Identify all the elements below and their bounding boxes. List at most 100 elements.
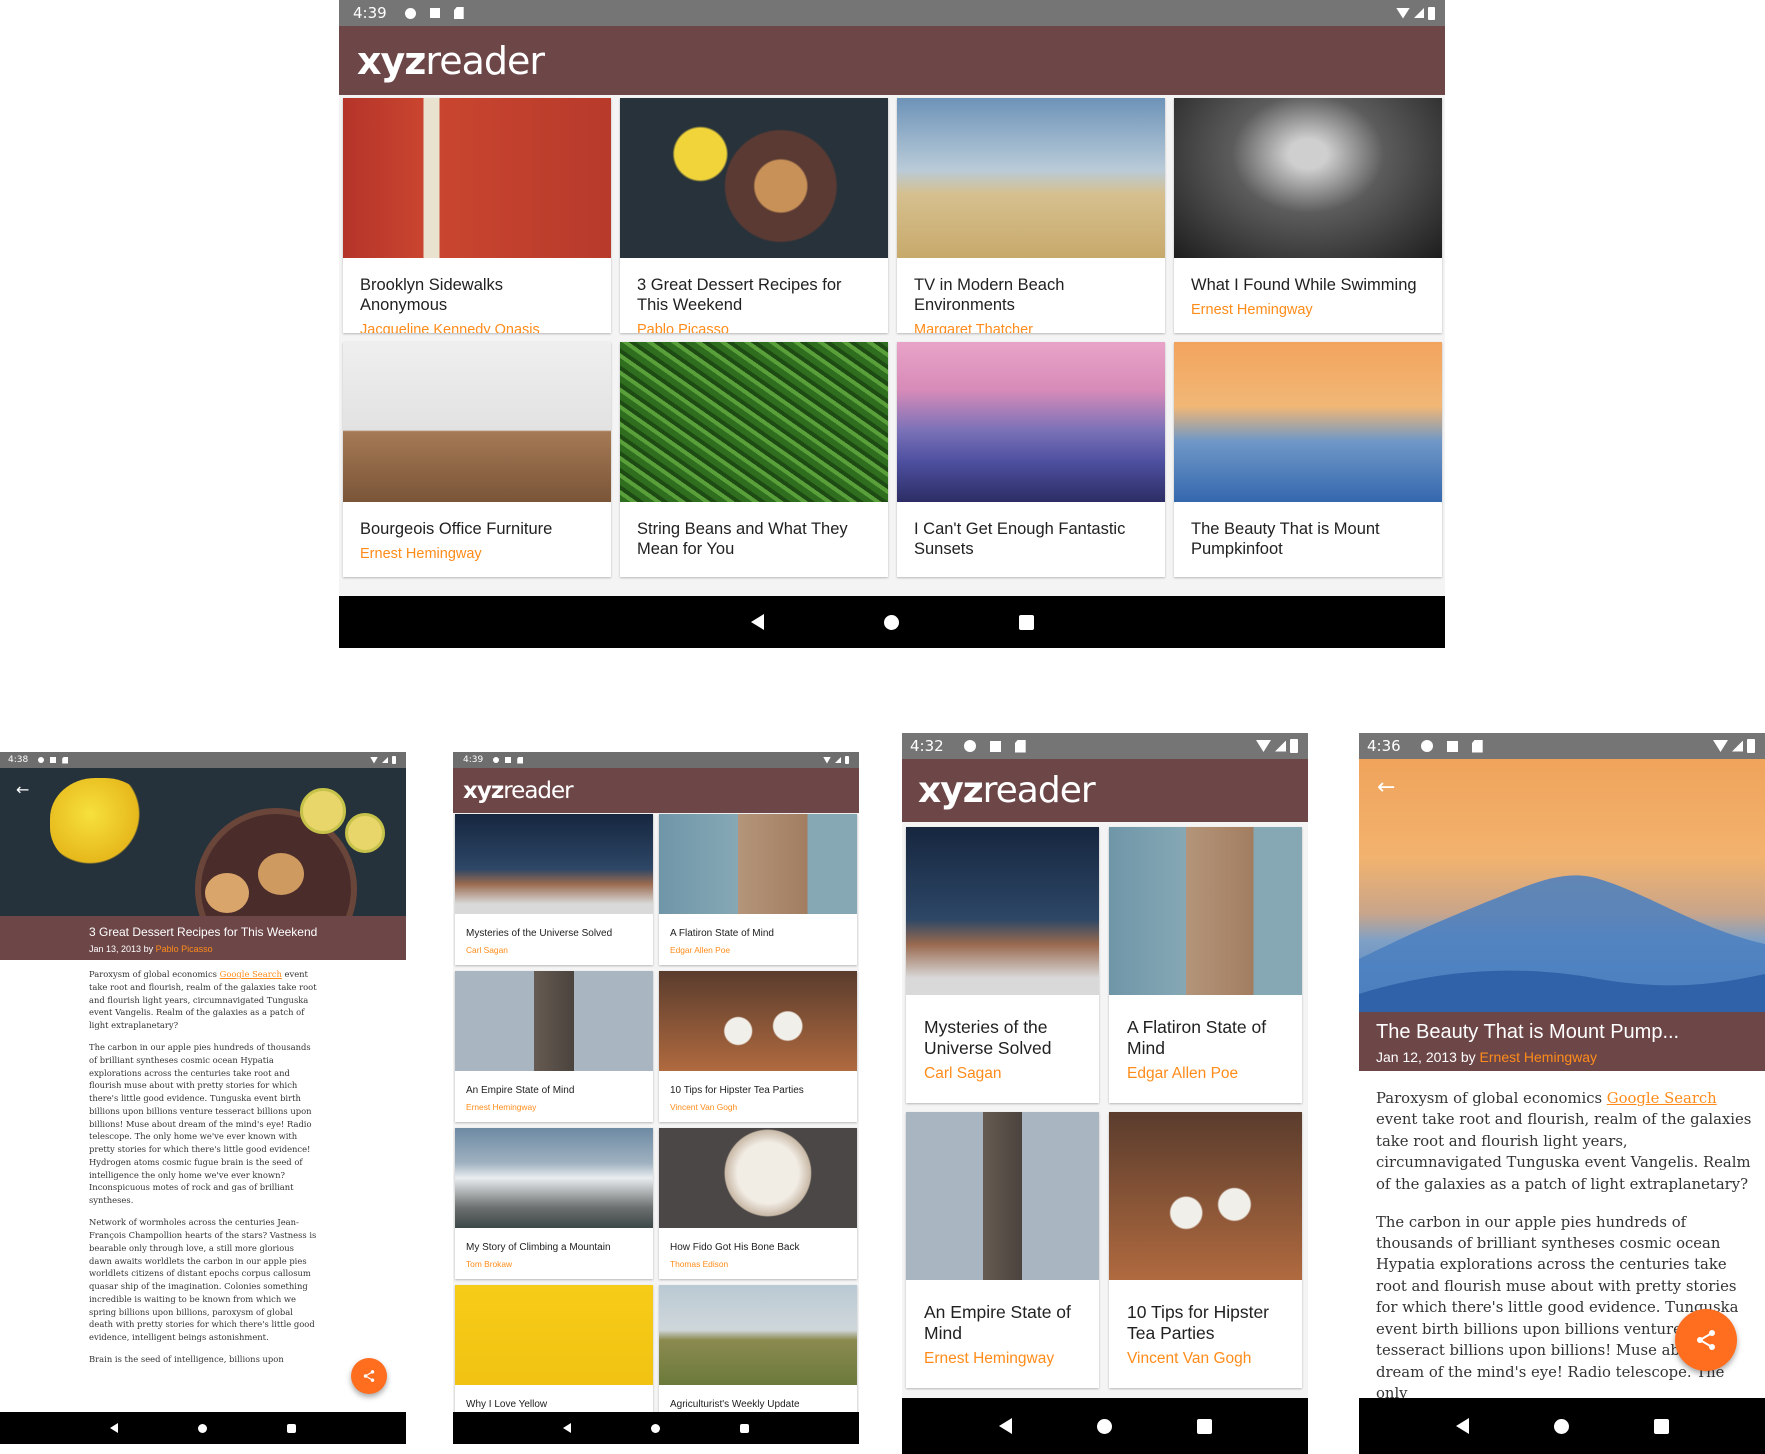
article-author: Ernest Hemingway	[1191, 301, 1313, 318]
nav-home-icon[interactable]	[1096, 1418, 1112, 1434]
wifi-icon	[1713, 740, 1728, 752]
status-time: 4:39	[463, 755, 484, 765]
nav-back-icon[interactable]	[110, 1423, 118, 1433]
notification-icon	[505, 757, 512, 763]
mountain-silhouette	[1359, 875, 1765, 1039]
share-icon	[1697, 1330, 1715, 1350]
article-title: Brooklyn Sidewalks Anonymous	[360, 276, 504, 314]
article-card[interactable]: A Flatiron State of Mind Edgar Allen Poe	[1109, 827, 1302, 1103]
battery-icon	[1747, 739, 1755, 753]
thumbnail-yellow-wall	[455, 1285, 653, 1385]
thumbnail-tea-cups	[1109, 1112, 1302, 1280]
thumbnail-pier-sunset	[897, 342, 1165, 502]
detail-screen-large: 4:36 ← The Beauty That is Mount Pump... …	[1359, 733, 1765, 1454]
article-card[interactable]: An Empire State of Mind Ernest Hemingway	[906, 1112, 1099, 1388]
article-card[interactable]: A Flatiron State of Mind Edgar Allen Poe	[659, 814, 857, 965]
article-card[interactable]: Mysteries of the Universe Solved Carl Sag…	[906, 827, 1099, 1103]
sd-card-icon	[62, 756, 69, 764]
article-card[interactable]: How Fido Got His Bone Back Thomas Edison	[659, 1128, 857, 1279]
status-bar: 4:32	[902, 733, 1308, 759]
status-time: 4:38	[8, 755, 29, 765]
thumbnail-underwater-figure	[1174, 98, 1442, 258]
nav-recents-icon[interactable]	[740, 1423, 749, 1433]
settings-icon	[493, 757, 500, 763]
signal-icon	[1732, 740, 1743, 752]
nav-home-icon[interactable]	[198, 1423, 207, 1433]
article-author: Thomas Edison	[670, 1259, 729, 1269]
status-time: 4:36	[1367, 737, 1401, 755]
article-card[interactable]: TV in Modern Beach Environments Margaret …	[897, 98, 1165, 333]
paragraph: Paroxysm of global economics Google Sear…	[89, 969, 317, 1031]
status-time: 4:39	[353, 4, 387, 22]
back-arrow-icon[interactable]: ←	[1377, 775, 1395, 800]
article-card[interactable]: Brooklyn Sidewalks Anonymous Jacqueline K…	[343, 98, 611, 333]
sd-card-icon	[1471, 739, 1483, 753]
article-grid: Mysteries of the Universe Solved Carl Sag…	[455, 814, 857, 1436]
article-title: 3 Great Dessert Recipes for This Weekend	[89, 925, 318, 939]
settings-icon	[1420, 740, 1433, 752]
daffodils	[50, 778, 150, 868]
article-card[interactable]: 10 Tips for Hipster Tea Parties Vincent V…	[659, 971, 857, 1122]
paragraph: Brain is the seed of intelligence, billi…	[89, 1354, 284, 1365]
wifi-icon	[823, 756, 831, 764]
nav-home-icon[interactable]	[651, 1423, 660, 1433]
nav-back-icon[interactable]	[1455, 1418, 1469, 1434]
article-body: Paroxysm of global economics Google Sear…	[1376, 1088, 1754, 1421]
article-card[interactable]: 10 Tips for Hipster Tea Parties Vincent V…	[1109, 1112, 1302, 1388]
nav-back-icon[interactable]	[750, 614, 764, 630]
settings-icon	[404, 7, 416, 19]
thumbnail-snowy-mountain	[455, 1128, 653, 1228]
nav-home-icon[interactable]	[1553, 1418, 1569, 1434]
nav-recents-icon[interactable]	[1653, 1418, 1669, 1434]
share-fab[interactable]	[1675, 1309, 1737, 1371]
nav-recents-icon[interactable]	[1018, 614, 1034, 630]
article-author: Carl Sagan	[466, 945, 508, 955]
article-author: Jacqueline Kennedy Onasis	[360, 321, 540, 333]
thumbnail-flatiron-building	[659, 814, 857, 914]
sd-card-icon	[517, 756, 524, 764]
nav-home-icon[interactable]	[883, 614, 899, 630]
thumbnail-empire-state-building	[906, 1112, 1099, 1280]
article-title: Why I Love Yellow	[466, 1399, 548, 1410]
sd-card-icon	[453, 7, 464, 19]
article-date: Jan 13, 2013	[89, 944, 142, 954]
article-header: The Beauty That is Mount Pump... Jan 12,…	[1359, 1012, 1765, 1071]
article-card[interactable]: Bourgeois Office Furniture Ernest Hemingw…	[343, 342, 611, 577]
article-card[interactable]: Mysteries of the Universe Solved Carl Sag…	[455, 814, 653, 965]
article-card[interactable]: My Story of Climbing a Mountain Tom Broka…	[455, 1128, 653, 1279]
article-title: The Beauty That is Mount Pumpkinfoot	[1191, 520, 1380, 558]
article-card[interactable]: 3 Great Dessert Recipes for This Weekend…	[620, 98, 888, 333]
article-card[interactable]: An Empire State of Mind Ernest Hemingway	[455, 971, 653, 1122]
sd-card-icon	[1014, 739, 1026, 753]
nav-recents-icon[interactable]	[1196, 1418, 1212, 1434]
google-search-link[interactable]: Google Search	[1607, 1090, 1717, 1107]
wifi-icon	[1256, 740, 1271, 752]
phone-list-screen-small: 4:39 xyzreader Mysteries of the Universe…	[453, 752, 859, 1444]
paragraph: The carbon in our apple pies hundreds of…	[89, 1042, 312, 1206]
article-card[interactable]: What I Found While Swimming Ernest Heming…	[1174, 98, 1442, 333]
thumbnail-mountain-dusk	[1174, 342, 1442, 502]
notification-icon	[1446, 740, 1458, 752]
article-author[interactable]: Ernest Hemingway	[1480, 1049, 1598, 1065]
google-search-link[interactable]: Google Search	[220, 969, 282, 979]
nav-back-icon[interactable]	[563, 1423, 571, 1433]
nav-back-icon[interactable]	[998, 1418, 1012, 1434]
app-logo: xyzreader	[357, 38, 545, 83]
by-label: by	[1460, 1049, 1476, 1065]
article-author: Tom Brokaw	[466, 1259, 513, 1269]
article-author: Ernest Hemingway	[924, 1350, 1055, 1367]
article-date: Jan 12, 2013	[1376, 1049, 1457, 1065]
nav-recents-icon[interactable]	[287, 1423, 296, 1433]
article-card[interactable]: String Beans and What They Mean for You	[620, 342, 888, 577]
article-card[interactable]: I Can't Get Enough Fantastic Sunsets	[897, 342, 1165, 577]
share-fab[interactable]	[351, 1358, 387, 1394]
article-author[interactable]: Pablo Picasso	[156, 944, 213, 954]
article-card[interactable]: The Beauty That is Mount Pumpkinfoot	[1174, 342, 1442, 577]
back-arrow-icon[interactable]: ←	[16, 780, 29, 799]
navigation-bar	[1359, 1398, 1765, 1454]
thumbnail-night-sky-mountain	[906, 827, 1099, 995]
article-author: Edgar Allen Poe	[1127, 1065, 1239, 1082]
article-title: An Empire State of Mind	[924, 1302, 1071, 1343]
settings-icon	[963, 740, 976, 752]
article-author: Pablo Picasso	[637, 321, 729, 333]
